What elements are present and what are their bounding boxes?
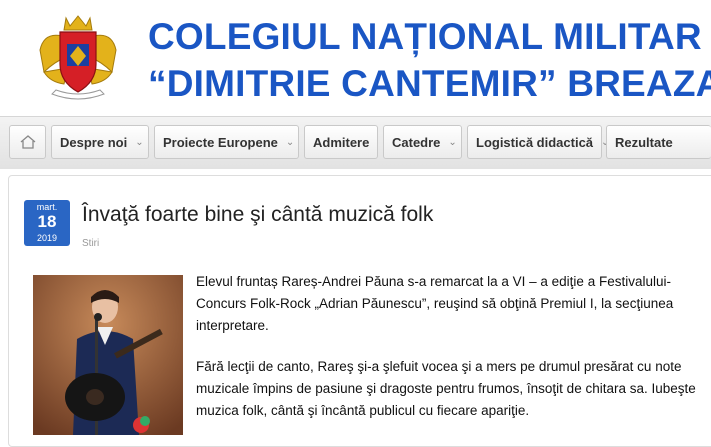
- post-paragraph-1: Elevul fruntaș Rareș-Andrei Păuna s-a re…: [196, 274, 674, 333]
- nav-item-label: Despre noi: [60, 134, 128, 150]
- site-title-line1[interactable]: COLEGIUL NAȚIONAL MILITAR: [148, 16, 702, 58]
- post-date-day: 18: [37, 212, 57, 231]
- nav-item-logistica-didactica[interactable]: Logistică didactică ⌄: [467, 125, 609, 159]
- post-title[interactable]: Învaţă foarte bine şi cântă muzică folk: [82, 203, 433, 227]
- main-nav: Despre noi ⌄ Proiecte Europene ⌄ Admiter…: [0, 116, 711, 169]
- nav-item-label: Logistică didactică: [476, 134, 594, 150]
- nav-item-label: Admitere: [313, 134, 370, 150]
- post-category-link[interactable]: Stiri: [82, 238, 99, 249]
- post-photo: [33, 275, 183, 435]
- nav-item-catedre[interactable]: Catedre ⌄: [383, 125, 462, 159]
- nav-item-despre-noi[interactable]: Despre noi ⌄: [51, 125, 149, 159]
- post-date-badge: mart. 18 2019: [24, 200, 70, 246]
- post-date-month: mart.: [36, 202, 58, 212]
- post-date-year: 2019: [36, 233, 58, 243]
- chevron-down-icon: ⌄: [285, 136, 295, 148]
- nav-item-proiecte-europene[interactable]: Proiecte Europene ⌄: [154, 125, 299, 159]
- coat-of-arms-logo[interactable]: [34, 12, 122, 104]
- nav-item-label: Rezultate: [615, 134, 673, 150]
- post-paragraph-2: Fără lecţii de canto, Rareş şi-a şlefuit…: [196, 359, 696, 418]
- home-icon: [20, 135, 35, 149]
- nav-item-admitere[interactable]: Admitere: [304, 125, 378, 159]
- chevron-down-icon: ⌄: [135, 136, 144, 148]
- nav-item-label: Proiecte Europene: [163, 134, 278, 150]
- nav-home-button[interactable]: [9, 125, 46, 159]
- nav-item-label: Catedre: [392, 134, 441, 150]
- site-header: COLEGIUL NAȚIONAL MILITAR “DIMITRIE CANT…: [0, 0, 711, 115]
- nav-item-rezultate[interactable]: Rezultate: [606, 125, 711, 159]
- site-title-line2[interactable]: “DIMITRIE CANTEMIR” BREAZA: [148, 63, 711, 105]
- chevron-down-icon: ⌄: [448, 136, 457, 148]
